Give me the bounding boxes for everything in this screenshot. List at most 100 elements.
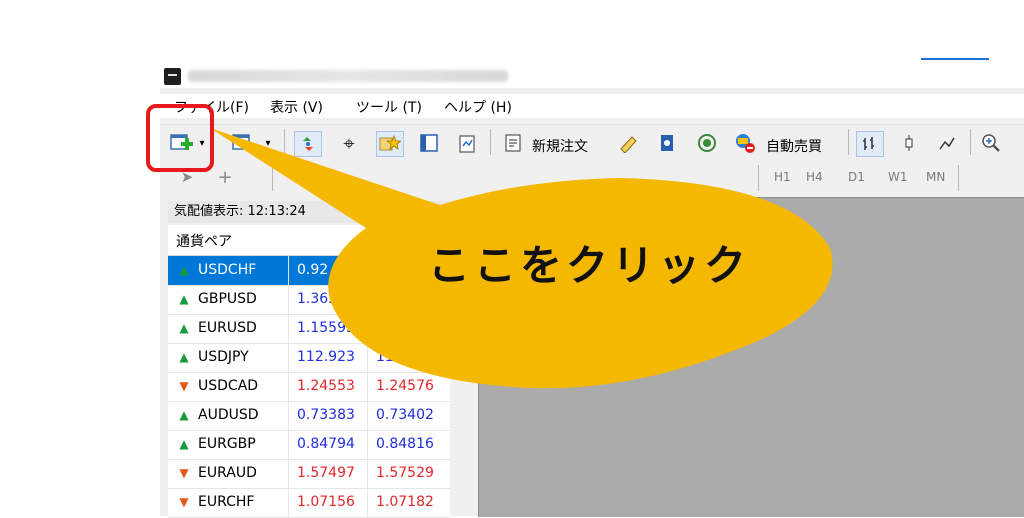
bid-cell: 1.15595: [288, 314, 366, 343]
table-row[interactable]: ▲ GBPUSD 1.363: [168, 285, 450, 315]
symbol-cell[interactable]: ▲ GBPUSD: [172, 285, 286, 314]
signals-icon[interactable]: [654, 131, 680, 155]
symbol-cell[interactable]: ▲ AUDUSD: [172, 401, 286, 430]
toolbar-separator: [758, 165, 759, 191]
bid-cell: 0.84794: [288, 430, 366, 459]
timeframe-d1[interactable]: D1: [848, 170, 865, 184]
table-row[interactable]: ▲ EURGBP 0.84794 0.84816: [168, 430, 450, 460]
ask-cell: [367, 314, 449, 343]
down-arrow-icon: ▼: [179, 379, 189, 393]
bid-cell: 1.07156: [288, 488, 366, 517]
app-logo-icon: [164, 68, 181, 85]
up-arrow-icon: ▲: [179, 263, 189, 277]
table-row[interactable]: ▼ USDCAD 1.24553 1.24576: [168, 372, 450, 402]
zoom-in-icon[interactable]: [978, 131, 1004, 155]
ask-cell: 1.24576: [367, 372, 449, 401]
table-row[interactable]: ▼ EURAUD 1.57497 1.57529: [168, 459, 450, 489]
symbol-label: EURCHF: [198, 494, 255, 510]
profiles-icon: [232, 134, 250, 150]
symbol-cell[interactable]: ▲ USDJPY: [172, 343, 286, 372]
symbol-cell[interactable]: ▲ EURGBP: [172, 430, 286, 459]
navigator-button[interactable]: [376, 131, 404, 157]
menu-view[interactable]: 表示 (V): [270, 97, 323, 117]
table-row[interactable]: ▲ USDCHF 0.92: [168, 256, 450, 286]
top-accent-line: [921, 58, 989, 60]
profiles-dropdown-icon[interactable]: ▾: [262, 131, 274, 155]
market-watch-table: 通貨ペア ▲ USDCHF 0.92 ▲ GBPUSD 1.363 ▲ EURUSD 1.155…: [168, 225, 450, 518]
symbol-label: EURGBP: [198, 436, 256, 452]
toolbar-separator: [970, 129, 971, 155]
toolbar-separator: [848, 129, 849, 155]
symbol-label: USDJPY: [198, 349, 249, 365]
terminal-button[interactable]: [416, 131, 442, 155]
up-arrow-icon: ▲: [179, 292, 189, 306]
crosshair-tool-icon[interactable]: +: [212, 165, 238, 189]
market-watch-icon: [303, 137, 313, 151]
ask-cell: 1.57529: [367, 459, 449, 488]
ask-cell: 0.73402: [367, 401, 449, 430]
crosshair-icon[interactable]: ⌖: [336, 131, 362, 155]
bid-cell: 1.24553: [288, 372, 366, 401]
up-arrow-icon: ▲: [179, 321, 189, 335]
symbol-label: GBPUSD: [198, 291, 257, 307]
bid-cell: 1.57497: [288, 459, 366, 488]
title-bar: [160, 64, 1024, 88]
highlight-box: [146, 104, 214, 172]
symbol-label: AUDUSD: [198, 407, 259, 423]
up-arrow-icon: ▲: [179, 437, 189, 451]
ask-cell: 1.07182: [367, 488, 449, 517]
table-row[interactable]: ▲ USDJPY 112.923 112.9: [168, 343, 450, 373]
main-toolbar: ▾ ▾ ⌖ 新規注文 自動売買: [160, 124, 1024, 160]
symbol-cell[interactable]: ▼ USDCAD: [172, 372, 286, 401]
candlestick-icon[interactable]: [896, 131, 922, 155]
symbol-label: USDCHF: [198, 262, 257, 278]
toolbar-separator: [284, 129, 285, 155]
timeframe-h1[interactable]: H1: [774, 170, 791, 184]
strategy-tester-button[interactable]: [454, 131, 480, 155]
market-watch-header: 気配値表示: 12:13:24: [168, 201, 458, 223]
symbol-cell[interactable]: ▲ USDCHF: [168, 256, 292, 285]
bid-cell: 0.92: [288, 256, 366, 285]
window-title-blurred: [188, 70, 508, 82]
line-chart-icon[interactable]: [934, 131, 960, 155]
bar-chart-icon[interactable]: [856, 131, 884, 157]
metaeditor-icon[interactable]: [616, 131, 642, 155]
toolbar-separator: [272, 165, 273, 191]
symbol-label: EURAUD: [198, 465, 257, 481]
table-row[interactable]: ▲ AUDUSD 0.73383 0.73402: [168, 401, 450, 431]
symbol-cell[interactable]: ▼ EURCHF: [172, 488, 286, 517]
ask-cell: 112.9: [367, 343, 449, 372]
ask-cell: 0.84816: [367, 430, 449, 459]
down-arrow-icon: ▼: [179, 495, 189, 509]
bid-cell: 1.363: [288, 285, 366, 314]
toolbar-separator: [490, 129, 491, 155]
menu-help[interactable]: ヘルプ (H): [444, 97, 512, 117]
menu-tools[interactable]: ツール (T): [356, 97, 422, 117]
table-row[interactable]: ▼ EURCHF 1.07156 1.07182: [168, 488, 450, 518]
symbol-label: EURUSD: [198, 320, 257, 336]
market-watch-column-header: 通貨ペア: [168, 225, 450, 256]
column-symbol-label[interactable]: 通貨ペア: [176, 231, 232, 251]
market-watch-button[interactable]: [294, 131, 322, 157]
bid-cell: 0.73383: [288, 401, 366, 430]
up-arrow-icon: ▲: [179, 350, 189, 364]
timeframe-h4[interactable]: H4: [806, 170, 823, 184]
down-arrow-icon: ▼: [179, 466, 189, 480]
timeframe-w1[interactable]: W1: [888, 170, 908, 184]
auto-trading-icon[interactable]: [732, 131, 758, 155]
auto-trading-label[interactable]: 自動売買: [766, 136, 822, 156]
profiles-button[interactable]: [230, 131, 256, 155]
navigator-star-icon: [379, 134, 401, 151]
radar-icon[interactable]: [694, 131, 720, 155]
table-row[interactable]: ▲ EURUSD 1.15595: [168, 314, 450, 344]
tester-icon: [459, 135, 475, 153]
new-order-icon[interactable]: [500, 131, 526, 155]
terminal-window-icon: [420, 134, 438, 152]
bid-cell: 112.923: [288, 343, 366, 372]
symbol-cell[interactable]: ▲ EURUSD: [172, 314, 286, 343]
timeframe-mn[interactable]: MN: [926, 170, 945, 184]
new-order-label[interactable]: 新規注文: [532, 136, 588, 156]
toolbar-separator: [958, 165, 959, 191]
symbol-cell[interactable]: ▼ EURAUD: [172, 459, 286, 488]
menu-bar: ファイル(F) 表示 (V) ツール (T) ヘルプ (H): [160, 94, 1024, 118]
